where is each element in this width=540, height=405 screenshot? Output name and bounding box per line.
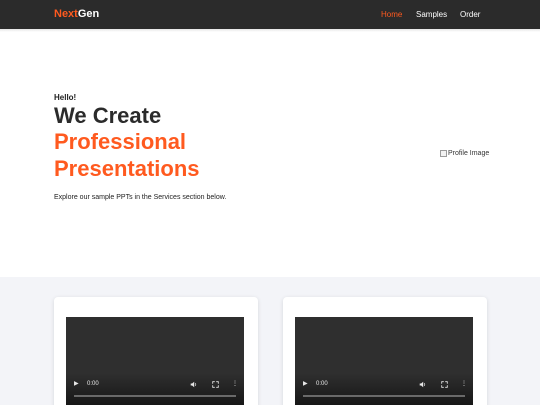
video-player[interactable]: ▶ 0:00 ⋮ — [66, 317, 244, 405]
brand-part-next: Next — [54, 8, 78, 20]
more-options-icon[interactable]: ⋮ — [461, 381, 467, 388]
brand-part-gen: Gen — [77, 8, 100, 20]
fullscreen-icon[interactable] — [212, 381, 219, 391]
nav-link-home[interactable]: Home — [381, 10, 402, 19]
volume-icon[interactable] — [190, 381, 197, 391]
video-progress-bar[interactable] — [74, 395, 236, 397]
hero-subtitle: Explore our sample PPTs in the Services … — [54, 194, 227, 201]
profile-image-alt-text: Profile Image — [448, 150, 490, 157]
hero-title-line2: Professional — [54, 129, 187, 154]
hero-title-line1: We Create — [54, 103, 162, 128]
fullscreen-icon[interactable] — [441, 381, 448, 391]
nav-link-samples[interactable]: Samples — [416, 10, 447, 19]
nav-link-order[interactable]: Order — [460, 10, 480, 19]
sample-card: ▶ 0:00 ⋮ — [283, 297, 487, 405]
navbar-shadow — [0, 29, 540, 32]
play-icon[interactable]: ▶ — [303, 381, 308, 388]
navbar: NextGen Home Samples Order — [0, 0, 540, 29]
play-icon[interactable]: ▶ — [74, 381, 79, 388]
video-player[interactable]: ▶ 0:00 ⋮ — [295, 317, 473, 405]
hero-title-line3: Presentations — [54, 156, 200, 181]
brand-logo[interactable]: NextGen — [54, 8, 99, 20]
profile-image: Profile Image — [440, 150, 489, 157]
broken-image-icon — [440, 150, 447, 157]
volume-icon[interactable] — [419, 381, 426, 391]
video-time: 0:00 — [316, 381, 328, 387]
hero-greeting: Hello! — [54, 93, 77, 102]
video-progress-bar[interactable] — [303, 395, 465, 397]
sample-card: ▶ 0:00 ⋮ — [54, 297, 258, 405]
more-options-icon[interactable]: ⋮ — [232, 381, 238, 388]
video-time: 0:00 — [87, 381, 99, 387]
